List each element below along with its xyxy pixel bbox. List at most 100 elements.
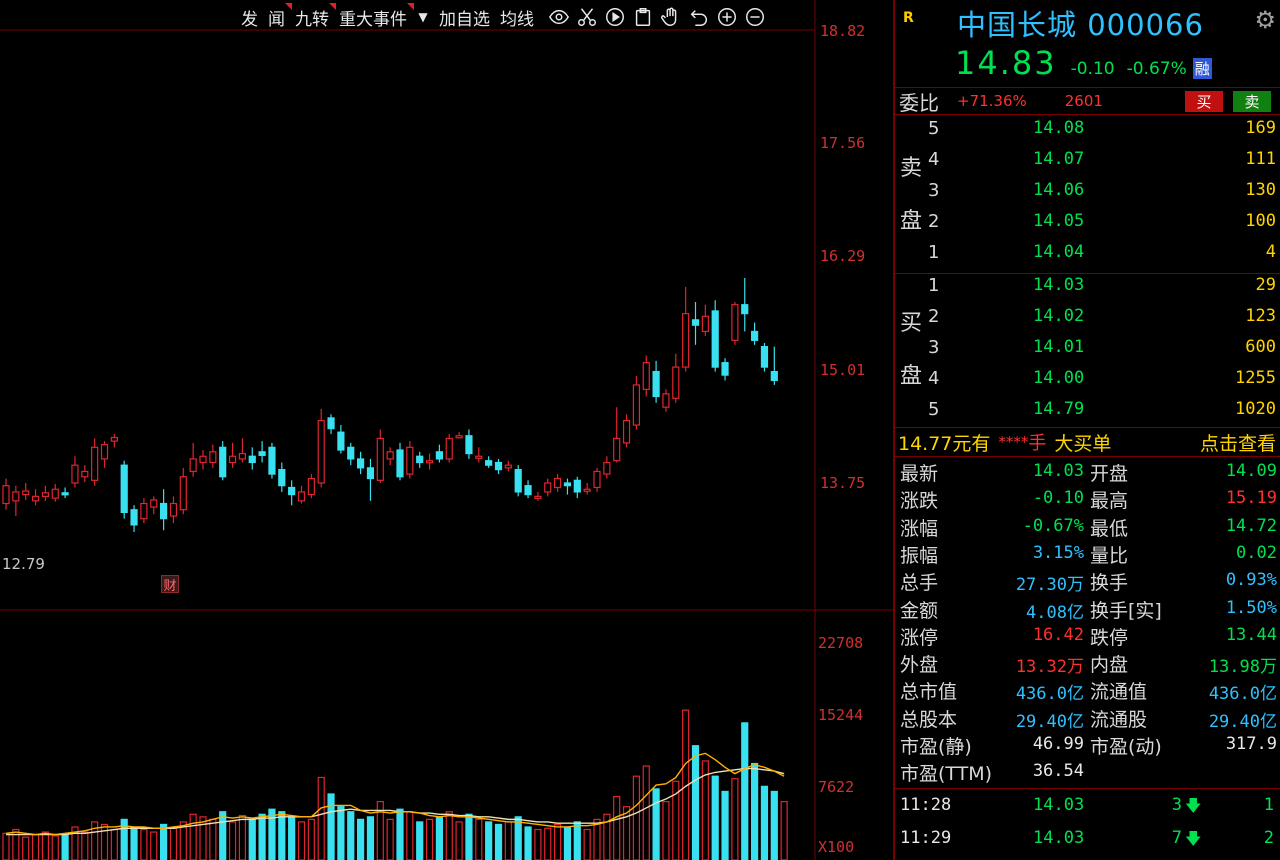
- orderbook-row[interactable]: 1 14.04 4: [895, 242, 1280, 273]
- tick-row: 11:28 14.03 3 🡇 1: [895, 795, 1280, 825]
- candle-body: [553, 477, 562, 489]
- scissors-icon[interactable]: [573, 4, 601, 30]
- candle-body: [701, 315, 709, 333]
- candle-body: [258, 451, 266, 456]
- stat-value: 436.0亿: [1015, 684, 1084, 705]
- stat-label: 总市值: [900, 681, 958, 704]
- stat-value: -0.10: [1032, 488, 1084, 509]
- orderbook-level: 1: [928, 242, 940, 263]
- stat-value: 13.98万: [1208, 657, 1277, 678]
- stat-label: 开盘: [1090, 463, 1129, 485]
- orderbook-volume: 600: [1245, 337, 1276, 357]
- chart-area[interactable]: 发 闻 九转 重大事件 ▼ 加自选 均线 18.82 17.56 16.29 1…: [0, 0, 893, 860]
- volume-bar: [583, 828, 591, 860]
- candle-body: [268, 446, 276, 475]
- volume-bar: [347, 811, 355, 860]
- orderbook-row[interactable]: 2 14.05 100: [895, 211, 1280, 242]
- stat-value: 0.02: [1236, 542, 1277, 563]
- volume-bar: [228, 821, 237, 860]
- sell-button[interactable]: 卖: [1233, 91, 1271, 112]
- stat-label: 金额: [900, 599, 939, 622]
- candle-body: [465, 435, 473, 455]
- stat-label: 内盘: [1090, 654, 1129, 677]
- weibi-diff: 2601: [1064, 92, 1103, 110]
- price-change-pct: -0.67%: [1126, 59, 1187, 79]
- toolbar-nine-turn[interactable]: 九转: [290, 2, 336, 30]
- volume-bar: [248, 818, 256, 860]
- stat-row: 涨停 16.42 跌停 13.44: [895, 623, 1280, 650]
- candle-body: [396, 449, 404, 478]
- toolbar-moving-average[interactable]: 均线: [495, 5, 539, 30]
- candle-body: [169, 502, 178, 517]
- volume-bar: [189, 813, 197, 860]
- orderbook-level: 3: [928, 337, 940, 358]
- volume-bar: [425, 818, 434, 860]
- orderbook-row[interactable]: 3 14.01 600: [895, 337, 1280, 368]
- orderbook-price: 14.05: [1033, 211, 1085, 231]
- gear-icon[interactable]: ⚙: [1254, 6, 1276, 34]
- orderbook-price: 14.07: [1033, 149, 1085, 169]
- volume-bar: [721, 790, 729, 860]
- candle-body: [573, 479, 581, 493]
- volume-bar: [544, 827, 552, 860]
- orderbook-row[interactable]: 5 14.79 1020: [895, 399, 1280, 430]
- orderbook-row[interactable]: 2 14.02 123: [895, 306, 1280, 337]
- volume-bar: [563, 826, 572, 860]
- candle-body: [91, 446, 99, 481]
- candle-body: [248, 455, 256, 464]
- candle-body: [406, 446, 414, 475]
- volume-bar: [288, 816, 296, 860]
- stat-label: 总手: [900, 572, 939, 595]
- volume-bar: [445, 811, 453, 860]
- volume-bar: [465, 813, 473, 860]
- toolbar-major-events[interactable]: 重大事件: [334, 2, 414, 30]
- candle-body: [494, 461, 503, 471]
- volume-bar: [731, 778, 739, 860]
- orderbook-row[interactable]: 1 14.03 29: [895, 275, 1280, 306]
- volume-bar: [268, 808, 276, 860]
- stat-row: 总市值 436.0亿 流通值 436.0亿: [895, 677, 1280, 704]
- hand-icon[interactable]: [657, 4, 685, 30]
- volume-bar: [514, 816, 522, 860]
- volume-bar: [297, 821, 306, 860]
- eye-icon[interactable]: [545, 4, 573, 30]
- play-icon[interactable]: [601, 4, 629, 30]
- orderbook-row[interactable]: 3 14.06 130: [895, 180, 1280, 211]
- candle-body: [603, 461, 611, 475]
- stat-value: 46.99: [1032, 734, 1084, 754]
- toolbar-fa[interactable]: 发: [236, 5, 263, 30]
- big-order-view-link[interactable]: 点击查看: [1200, 429, 1276, 456]
- kline-chart[interactable]: [0, 0, 893, 860]
- stat-label: 涨停: [900, 626, 939, 649]
- volume-bar: [494, 823, 503, 860]
- stat-value: 29.40亿: [1015, 711, 1084, 732]
- volume-bar: [711, 775, 719, 860]
- arrow-down-icon: 🡇: [1185, 796, 1202, 815]
- stat-label: 量比: [1090, 544, 1129, 567]
- stat-label: 最低: [1090, 517, 1129, 540]
- stat-row: 金额 4.08亿 换手[实] 1.50%: [895, 596, 1280, 623]
- toolbar-dropdown[interactable]: ▼: [412, 10, 434, 24]
- toolbar-add-watchlist[interactable]: 加自选: [434, 5, 495, 30]
- orderbook-row[interactable]: 5 14.08 169: [895, 118, 1280, 149]
- zoom-out-icon[interactable]: [741, 4, 769, 30]
- volume-bar: [534, 828, 542, 860]
- candle-body: [672, 366, 680, 399]
- last-price: 14.83: [955, 44, 1057, 82]
- buy-button[interactable]: 买: [1185, 91, 1223, 112]
- stat-value: 4.08亿: [1026, 602, 1084, 623]
- financial-report-badge[interactable]: 财: [161, 575, 179, 594]
- volume-bar: [613, 795, 621, 860]
- orderbook-row[interactable]: 4 14.00 1255: [895, 368, 1280, 399]
- toolbar-news[interactable]: 闻: [263, 2, 292, 30]
- stat-label: 跌停: [1090, 626, 1129, 649]
- tick-price: 14.03: [1033, 828, 1085, 848]
- orderbook-row[interactable]: 4 14.07 111: [895, 149, 1280, 180]
- zoom-in-icon[interactable]: [713, 4, 741, 30]
- stat-value: 0.93%: [1225, 570, 1277, 591]
- undo-icon[interactable]: [685, 4, 713, 30]
- volume-bar: [81, 831, 89, 860]
- clipboard-icon[interactable]: [629, 4, 657, 30]
- big-order-bar[interactable]: 14.77元有 **** 手 大买单 点击查看: [895, 427, 1280, 457]
- stock-title[interactable]: 中国长城 000066: [957, 2, 1204, 44]
